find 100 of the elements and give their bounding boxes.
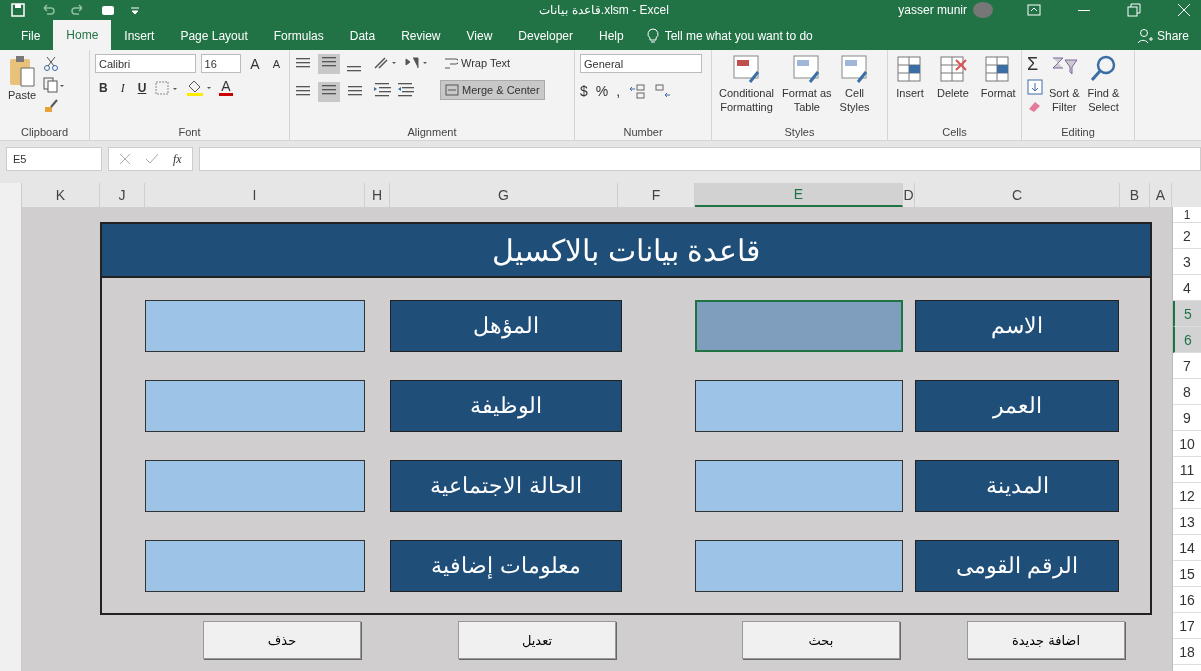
group-label: Cells <box>941 126 968 138</box>
font-color-button[interactable]: A <box>219 80 233 96</box>
font-name-box[interactable]: Calibri <box>95 54 196 73</box>
row-header[interactable]: 14 <box>1173 535 1201 561</box>
row-header[interactable]: 17 <box>1173 613 1201 639</box>
grow-font-button[interactable]: A <box>246 54 264 73</box>
field-label: المؤهل <box>390 300 622 352</box>
column-header[interactable]: D <box>903 183 915 207</box>
field-label: الوظيفة <box>390 380 622 432</box>
number-format-button[interactable]: , <box>616 83 621 99</box>
row-header[interactable]: 15 <box>1173 561 1201 587</box>
row-header[interactable]: 11 <box>1173 457 1201 483</box>
input-field[interactable] <box>695 380 903 432</box>
editing-button[interactable]: Find & Select <box>1085 54 1122 126</box>
row-header[interactable]: 8 <box>1173 379 1201 405</box>
ribbon-tab[interactable]: Insert <box>111 22 168 50</box>
insert-function-button[interactable]: fx <box>173 151 182 167</box>
number-format-box[interactable]: General <box>580 54 702 73</box>
group-label: Alignment <box>406 126 458 138</box>
form-button[interactable]: تعديل <box>458 621 616 659</box>
style-gallery-button[interactable]: Conditional Formatting <box>717 54 777 126</box>
wrap-text-button[interactable]: Wrap Text <box>440 54 545 72</box>
clipboard-icon[interactable] <box>7 54 37 88</box>
input-field[interactable] <box>695 540 903 592</box>
row-header[interactable]: 16 <box>1173 587 1201 613</box>
format-painter-icon[interactable] <box>43 98 59 114</box>
form-button[interactable]: حذف <box>203 621 361 659</box>
decrease-indent-icon[interactable] <box>396 80 414 98</box>
autosum-button[interactable]: Σ <box>1027 54 1043 75</box>
row-header[interactable]: 5 <box>1173 301 1201 327</box>
font-size-box[interactable]: 16 <box>200 54 242 73</box>
input-field[interactable] <box>695 300 903 352</box>
row-header[interactable]: 7 <box>1173 353 1201 379</box>
input-field[interactable] <box>145 380 365 432</box>
ribbon-tab[interactable]: Data <box>336 22 389 50</box>
ribbon-tab[interactable]: Home <box>53 20 112 50</box>
cut-icon[interactable] <box>43 56 59 72</box>
input-field[interactable] <box>145 460 365 512</box>
ribbon-tab[interactable]: Formulas <box>260 22 337 50</box>
ribbon-tab[interactable]: File <box>8 22 54 50</box>
row-header[interactable]: 2 <box>1173 223 1201 249</box>
close-icon[interactable] <box>1177 3 1191 17</box>
fill-down-icon[interactable] <box>1027 79 1043 95</box>
ribbon-tab[interactable]: Review <box>388 22 454 50</box>
ribbon-tab[interactable]: View <box>453 22 506 50</box>
align-center-icon[interactable] <box>318 82 340 102</box>
row-header[interactable]: 3 <box>1173 249 1201 275</box>
shrink-font-button[interactable]: A <box>268 56 284 71</box>
ribbon-tab[interactable]: Help <box>586 22 637 50</box>
save-icon[interactable] <box>10 2 26 18</box>
name-box[interactable]: E5 <box>6 147 102 171</box>
editing-button[interactable]: Sort & Filter <box>1047 54 1082 126</box>
style-gallery-button[interactable]: Cell Styles <box>837 54 872 126</box>
share-button[interactable]: Share <box>1156 29 1189 43</box>
lightbulb-icon[interactable] <box>646 28 659 44</box>
style-gallery-button[interactable]: Format as Table <box>780 54 834 126</box>
merge-center-button[interactable]: Merge & Center <box>440 80 545 100</box>
input-field[interactable] <box>145 540 365 592</box>
undo-icon[interactable] <box>40 2 56 18</box>
group-label: Editing <box>1060 126 1096 138</box>
field-label: الحالة الاجتماعية <box>390 460 622 512</box>
ribbon-display-icon[interactable] <box>1027 3 1041 17</box>
cells-button[interactable]: Delete <box>935 54 971 126</box>
ribbon-tab[interactable]: Page Layout <box>167 22 261 50</box>
cells-button[interactable]: Format <box>978 54 1018 126</box>
vertical-scrollbar[interactable] <box>0 183 22 671</box>
copy-icon[interactable] <box>43 77 65 93</box>
input-field[interactable] <box>145 300 365 352</box>
italic-button[interactable]: I <box>116 79 129 97</box>
group-label: Styles <box>783 126 816 138</box>
row-header[interactable]: 9 <box>1173 405 1201 431</box>
bold-button[interactable]: B <box>95 80 112 96</box>
cells-button[interactable]: Insert <box>893 54 927 126</box>
form-button[interactable]: اضافة جديدة <box>967 621 1125 659</box>
row-header[interactable]: 12 <box>1173 483 1201 509</box>
column-header[interactable]: E <box>695 183 903 207</box>
form-button[interactable]: بحث <box>742 621 900 659</box>
share-person-icon[interactable] <box>1136 28 1153 44</box>
tell-me-field[interactable]: Tell me what you want to do <box>664 29 813 43</box>
number-format-button[interactable]: $ <box>580 83 588 99</box>
decrease-decimal-icon[interactable] <box>654 83 673 99</box>
row-header[interactable]: 13 <box>1173 509 1201 535</box>
middle-align-icon[interactable] <box>318 54 340 74</box>
redo-icon[interactable] <box>70 2 86 18</box>
increase-decimal-icon[interactable] <box>628 83 647 99</box>
user-name[interactable]: yasser munir <box>898 3 967 17</box>
increase-indent-icon[interactable] <box>373 80 391 98</box>
row-header[interactable]: 10 <box>1173 431 1201 457</box>
number-format-button[interactable]: % <box>595 83 609 99</box>
underline-button[interactable]: U <box>133 80 151 96</box>
ribbon-tab[interactable]: Developer <box>505 22 586 50</box>
row-header[interactable]: 18 <box>1173 639 1201 665</box>
row-header[interactable]: 1 <box>1173 207 1201 223</box>
field-label: معلومات إضافية <box>390 540 622 592</box>
row-header[interactable]: 6 <box>1173 327 1201 353</box>
field-label: الاسم <box>915 300 1119 352</box>
paste-button[interactable]: Paste <box>5 54 39 126</box>
form-title: قاعدة بيانات بالاكسيل <box>102 224 1150 278</box>
restore-icon[interactable] <box>1127 3 1141 17</box>
input-field[interactable] <box>695 460 903 512</box>
